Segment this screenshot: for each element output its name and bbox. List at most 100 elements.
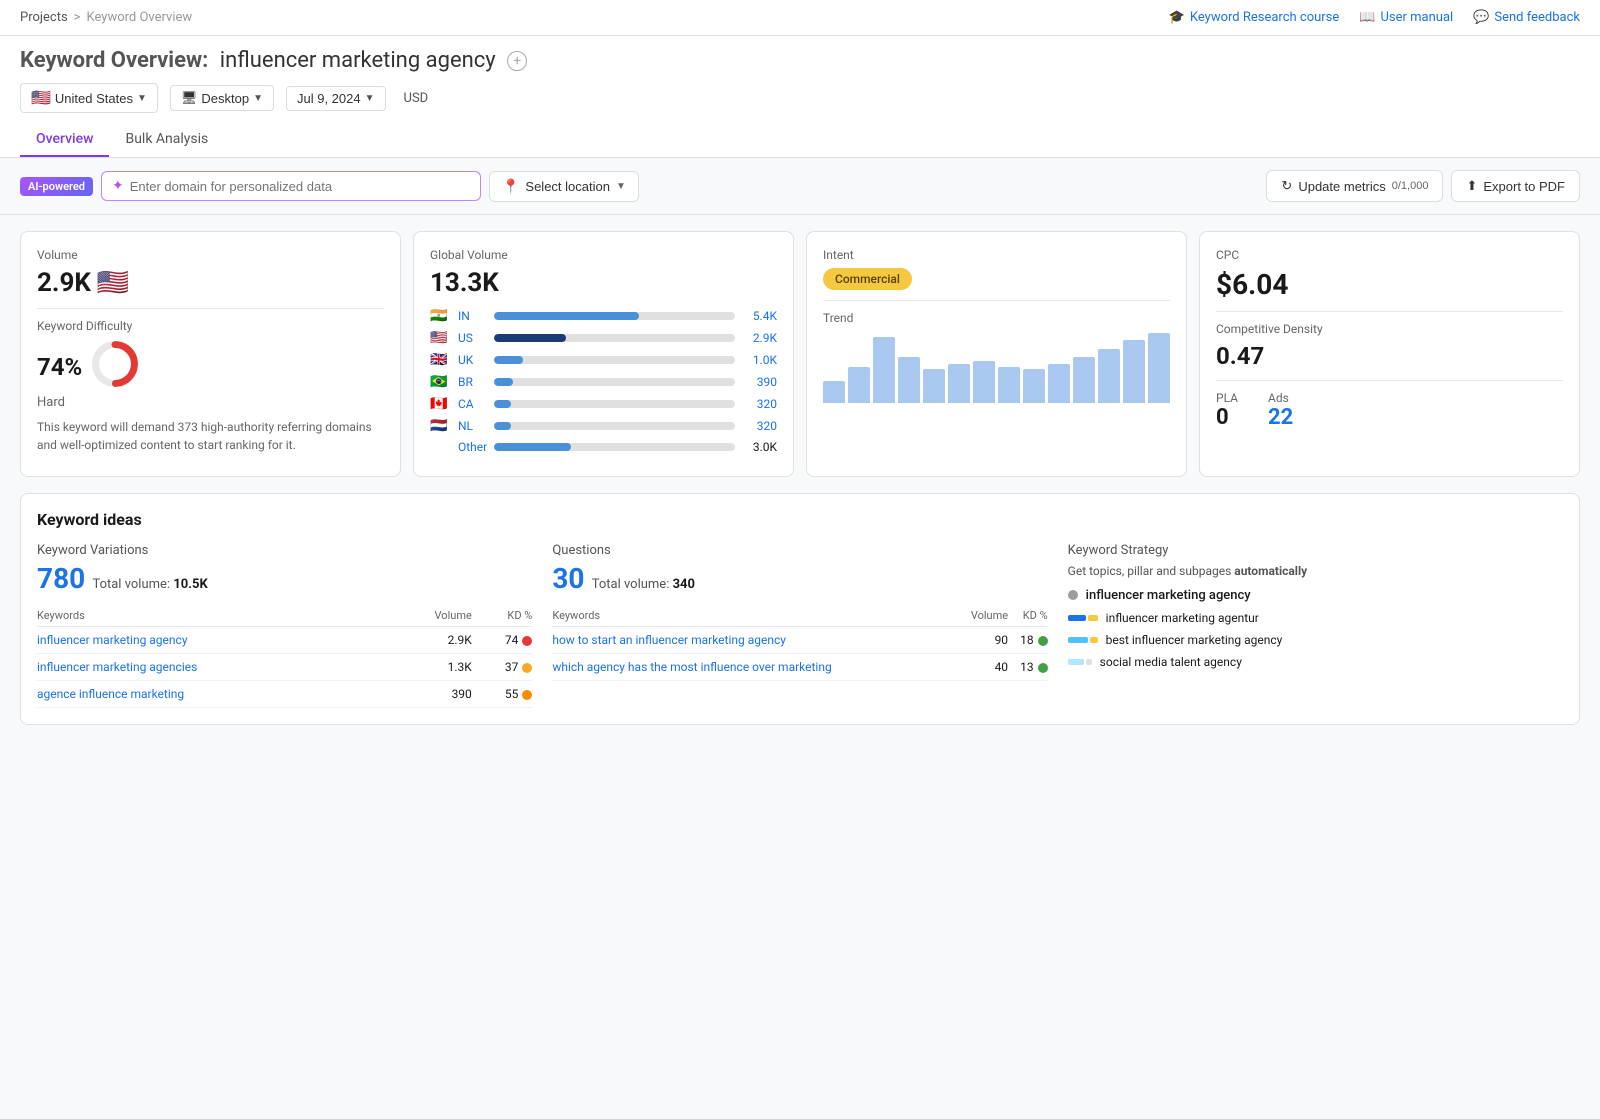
strategy-title: Keyword Strategy — [1068, 543, 1563, 558]
kd-dot — [1038, 636, 1048, 646]
strategy-bar-group — [1068, 637, 1098, 643]
gv-rows: 🇮🇳 IN 5.4K 🇺🇸 US 2.9K 🇬🇧 UK 1.0K 🇧🇷 BR 3… — [430, 308, 777, 454]
gv-row: 🇬🇧 UK 1.0K — [430, 352, 777, 368]
manual-link[interactable]: 📖 User manual — [1359, 10, 1453, 25]
location-caret-icon: ▼ — [616, 181, 626, 192]
trend-bar — [873, 337, 895, 403]
trend-chart — [823, 333, 1170, 403]
pla-block: PLA 0 — [1216, 391, 1238, 430]
questions-summary: 30 Total volume: 340 — [552, 562, 1047, 595]
device-caret-icon: ▼ — [253, 93, 263, 104]
course-icon: 🎓 — [1169, 10, 1185, 25]
kd-dot — [522, 636, 532, 646]
volume-label: Volume — [37, 248, 384, 262]
kd-category: Hard — [37, 395, 384, 410]
trend-bar — [898, 357, 920, 403]
gv-bar-bg — [494, 400, 735, 408]
trend-bar — [1123, 340, 1145, 403]
location-filter[interactable]: 🇺🇸 United States ▼ — [20, 83, 158, 113]
gv-code: IN — [458, 309, 486, 323]
strategy-item-label: social media talent agency — [1100, 655, 1242, 669]
strategy-col: Keyword Strategy Get topics, pillar and … — [1068, 543, 1563, 708]
gv-flag: 🇳🇱 — [430, 418, 450, 434]
strategy-bar — [1068, 637, 1088, 643]
questions-col: Questions 30 Total volume: 340 Keywords … — [552, 543, 1047, 708]
strategy-item-label: best influencer marketing agency — [1106, 633, 1283, 647]
strategy-desc: Get topics, pillar and subpages automati… — [1068, 564, 1563, 578]
gv-bar-bg — [494, 334, 735, 342]
kd-label: Keyword Difficulty — [37, 319, 384, 333]
trend-bar — [1048, 364, 1070, 403]
kw-link[interactable]: which agency has the most influence over… — [552, 660, 831, 674]
page-title: Keyword Overview: influencer marketing a… — [20, 48, 1580, 73]
update-counter: 0/1,000 — [1392, 180, 1429, 192]
var-kw-header: Keywords — [37, 605, 390, 627]
gv-code: BR — [458, 375, 486, 389]
strategy-bar — [1068, 659, 1084, 665]
cpc-value: $6.04 — [1216, 268, 1563, 301]
domain-input-wrap[interactable]: ✦ — [101, 171, 481, 201]
course-link[interactable]: 🎓 Keyword Research course — [1169, 10, 1340, 25]
gv-bar — [494, 356, 523, 364]
top-nav-links: 🎓 Keyword Research course 📖 User manual … — [1169, 10, 1580, 25]
gv-flag: 🇧🇷 — [430, 374, 450, 390]
breadcrumb-projects[interactable]: Projects — [20, 10, 68, 25]
ads-label: Ads — [1268, 391, 1293, 405]
feedback-link[interactable]: 💬 Send feedback — [1473, 10, 1580, 25]
intent-trend-card: Intent Commercial Trend — [806, 231, 1187, 477]
ai-badge: AI-powered — [20, 177, 93, 196]
strategy-root-dot — [1068, 590, 1078, 600]
kw-link[interactable]: influencer marketing agency — [37, 633, 188, 647]
location-caret-icon: ▼ — [137, 93, 147, 104]
table-row: which agency has the most influence over… — [552, 654, 1047, 681]
trend-bar — [973, 361, 995, 403]
gv-flag: 🇨🇦 — [430, 396, 450, 412]
domain-input[interactable] — [130, 179, 470, 194]
export-pdf-btn[interactable]: ⬆ Export to PDF — [1451, 170, 1580, 202]
strategy-bar-group — [1068, 659, 1092, 665]
feedback-icon: 💬 — [1473, 10, 1489, 25]
gv-num: 320 — [743, 397, 777, 411]
pla-ads-row: PLA 0 Ads 22 — [1216, 391, 1563, 430]
gv-code: US — [458, 331, 486, 345]
gv-bar — [494, 422, 511, 430]
page-header: Keyword Overview: influencer marketing a… — [0, 36, 1600, 158]
export-icon: ⬆ — [1466, 178, 1477, 194]
us-flag-vol: 🇺🇸 — [97, 268, 129, 298]
cd-label: Competitive Density — [1216, 322, 1563, 336]
breadcrumb-current: Keyword Overview — [86, 10, 192, 25]
device-filter[interactable]: 🖥 Desktop ▼ — [170, 85, 274, 111]
gv-bar — [494, 334, 566, 342]
kw-link[interactable]: agence influence marketing — [37, 687, 184, 701]
strategy-bar — [1086, 659, 1092, 665]
cd-value: 0.47 — [1216, 342, 1563, 370]
volume-card: Volume 2.9K 🇺🇸 Keyword Difficulty 74% Ha… — [20, 231, 401, 477]
kd-description: This keyword will demand 373 high-author… — [37, 418, 384, 454]
tabs-row: Overview Bulk Analysis — [20, 123, 1580, 157]
table-row: agence influence marketing 390 55 — [37, 681, 532, 708]
update-metrics-btn[interactable]: ↻ Update metrics 0/1,000 — [1266, 170, 1443, 202]
add-keyword-btn[interactable]: + — [507, 51, 527, 71]
table-row: influencer marketing agencies 1.3K 37 — [37, 654, 532, 681]
strategy-items: influencer marketing agentur best influe… — [1068, 611, 1563, 669]
toolbar: AI-powered ✦ 📍 Select location ▼ ↻ Updat… — [0, 158, 1600, 215]
gv-num: 5.4K — [743, 309, 777, 323]
tab-bulk-analysis[interactable]: Bulk Analysis — [109, 123, 224, 157]
kd-dot — [1038, 663, 1048, 673]
trend-bar — [948, 364, 970, 403]
gv-row: 🇳🇱 NL 320 — [430, 418, 777, 434]
us-flag: 🇺🇸 — [31, 88, 51, 108]
kw-link[interactable]: influencer marketing agencies — [37, 660, 197, 674]
currency-label: USD — [398, 87, 435, 110]
gv-flag: 🇮🇳 — [430, 308, 450, 324]
gv-bar-bg — [494, 312, 735, 320]
cpc-label: CPC — [1216, 248, 1563, 262]
date-filter[interactable]: Jul 9, 2024 ▼ — [286, 86, 386, 111]
variations-title: Keyword Variations — [37, 543, 532, 558]
trend-bar — [1098, 349, 1120, 403]
gv-label: Global Volume — [430, 248, 777, 262]
select-location-btn[interactable]: 📍 Select location ▼ — [489, 171, 639, 202]
trend-bar — [998, 367, 1020, 403]
tab-overview[interactable]: Overview — [20, 123, 109, 157]
kw-link[interactable]: how to start an influencer marketing age… — [552, 633, 786, 647]
